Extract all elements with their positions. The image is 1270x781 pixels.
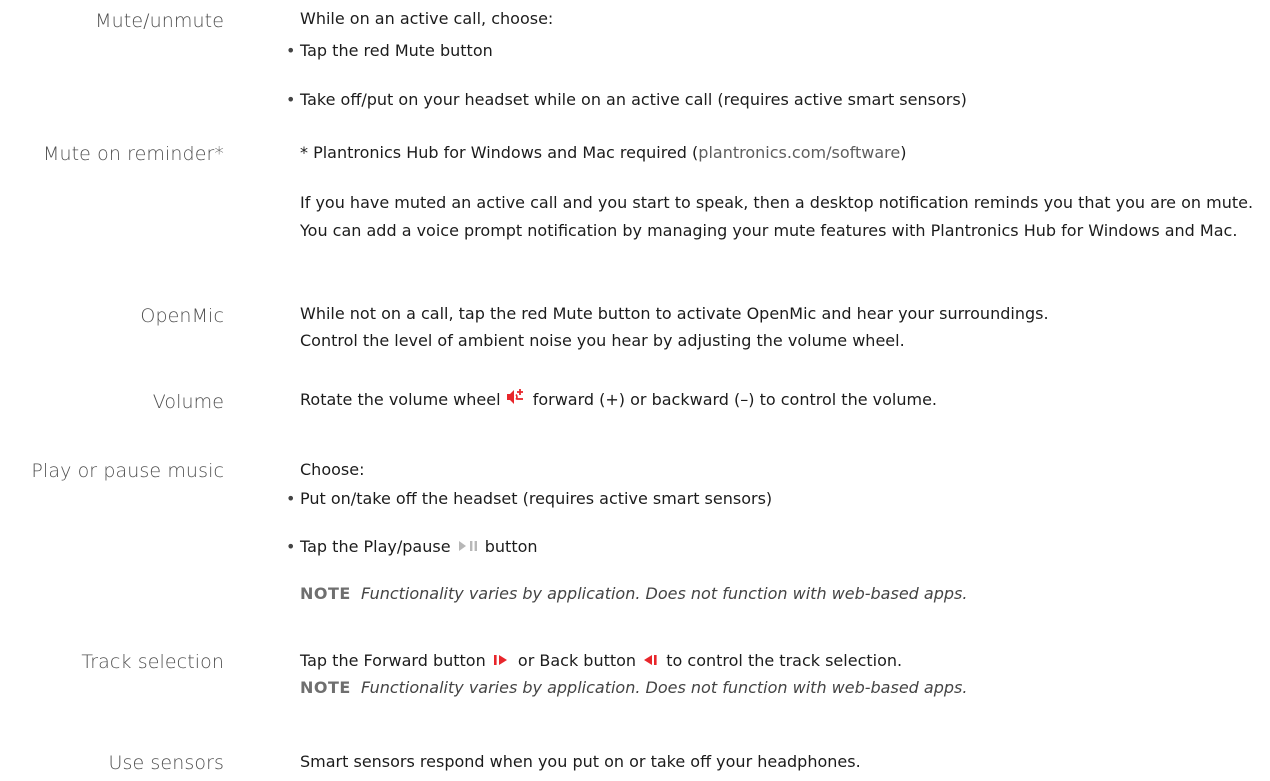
section-label-openmic: OpenMic xyxy=(140,305,224,327)
mute-intro: While on an active call, choose: xyxy=(300,9,554,28)
music-bullet-2-pre: Tap the Play/pause xyxy=(300,537,451,556)
note-text: Functionality varies by application. Doe… xyxy=(361,678,968,697)
mute-bullet-1: Tap the red Mute button xyxy=(300,41,493,60)
bullet-icon: • xyxy=(286,489,296,508)
mute-reminder-requirement: * Plantronics Hub for Windows and Mac re… xyxy=(300,139,906,167)
track-post: to control the track selection. xyxy=(666,651,903,670)
back-icon xyxy=(644,655,657,665)
mute-reminder-body: If you have muted an active call and you… xyxy=(300,193,1254,240)
section-label-sensors: Use sensors xyxy=(108,752,224,774)
play-pause-icon xyxy=(458,541,477,551)
list-item: • Tap the red Mute button xyxy=(286,37,493,65)
software-link[interactable]: plantronics.com/software xyxy=(698,143,900,162)
bullet-icon: • xyxy=(286,537,296,556)
music-bullet-2-post: button xyxy=(484,537,538,556)
section-label-track: Track selection xyxy=(81,651,224,673)
music-bullet-1: Put on/take off the headset (requires ac… xyxy=(300,489,773,508)
list-item: • Put on/take off the headset (requires a… xyxy=(286,485,772,513)
bullet-icon: • xyxy=(286,90,296,109)
note-text: Functionality varies by application. Doe… xyxy=(361,584,968,603)
forward-icon xyxy=(493,655,507,665)
music-note: NOTE Functionality varies by application… xyxy=(300,580,967,608)
volume-pre: Rotate the volume wheel xyxy=(300,390,501,409)
section-label-volume: Volume xyxy=(152,391,224,413)
music-intro: Choose: xyxy=(300,460,365,479)
section-label-music: Play or pause music xyxy=(31,460,224,482)
track-text: Tap the Forward button or Back button to… xyxy=(300,647,902,675)
bullet-icon: • xyxy=(286,41,296,60)
volume-post: forward (+) or backward (–) to control t… xyxy=(532,390,937,409)
note-label: NOTE xyxy=(300,678,351,697)
section-label-mute: Mute/unmute xyxy=(95,10,224,32)
requirement-text: * Plantronics Hub for Windows and Mac re… xyxy=(300,143,699,162)
list-item: • Take off/put on your headset while on a… xyxy=(286,86,967,114)
track-note: NOTE Functionality varies by application… xyxy=(300,674,967,702)
requirement-suffix: ) xyxy=(900,143,907,162)
track-pre: Tap the Forward button xyxy=(300,651,486,670)
volume-text: Rotate the volume wheel forward (+) or b… xyxy=(300,386,937,414)
sensors-text: Smart sensors respond when you put on or… xyxy=(300,752,861,771)
openmic-line-1: While not on a call, tap the red Mute bu… xyxy=(300,304,1049,323)
volume-wheel-icon xyxy=(506,389,523,404)
note-label: NOTE xyxy=(300,584,351,603)
mute-bullet-2: Take off/put on your headset while on an… xyxy=(300,90,967,109)
section-label-mute-reminder: Mute on reminder* xyxy=(43,143,224,165)
manual-page: Mute/unmute While on an active call, cho… xyxy=(0,0,1270,781)
list-item: • Tap the Play/pause button xyxy=(286,533,538,561)
openmic-line-2: Control the level of ambient noise you h… xyxy=(300,331,905,350)
track-mid: or Back button xyxy=(517,651,637,670)
